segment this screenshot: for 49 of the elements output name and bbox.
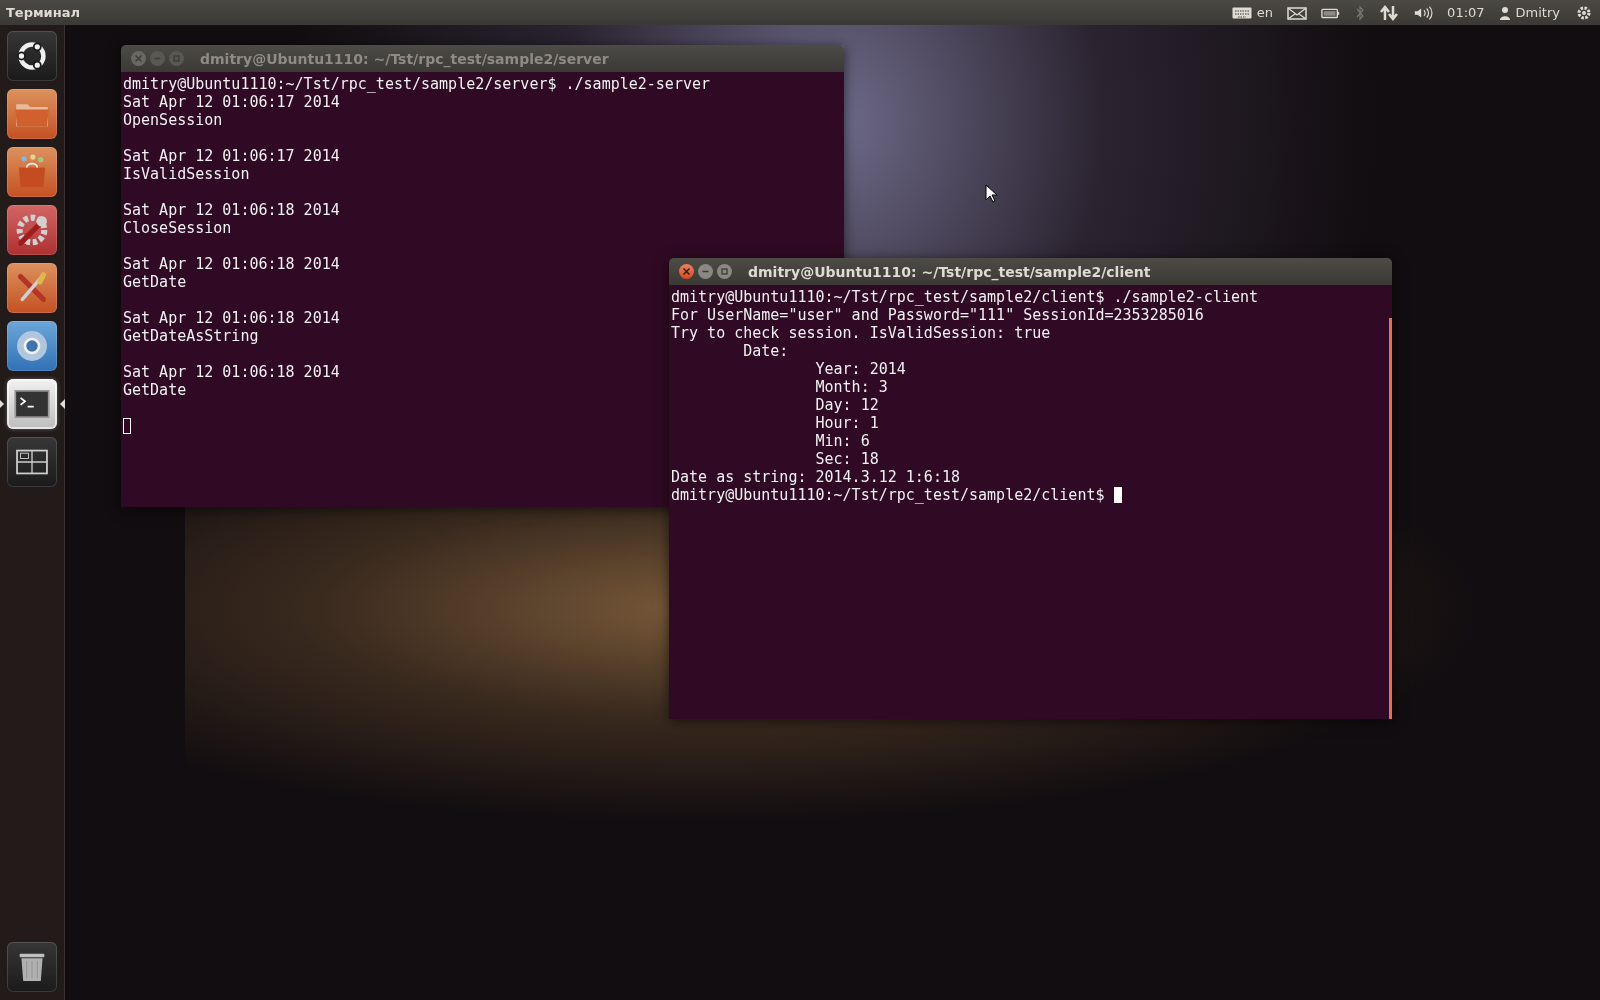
terminal-line: dmitry@Ubuntu1110:~/Tst/rpc_test/sample2/client$ (671, 486, 1106, 504)
close-button[interactable] (679, 264, 694, 279)
launcher-item[interactable] (7, 942, 57, 992)
maximize-icon (720, 267, 729, 276)
terminal-line: Month: 3 (814, 378, 888, 396)
terminal-line: Sat Apr 12 01:06:18 2014 (123, 309, 340, 327)
minimize-button[interactable] (698, 264, 713, 279)
app-title: Терминал (6, 5, 81, 20)
terminal-line: IsValidSession (123, 165, 250, 183)
keyboard-layout-label[interactable]: en (1256, 5, 1274, 20)
terminal-line: Year: 2014 (814, 360, 906, 378)
terminal-line: Sat Apr 12 01:06:18 2014 (123, 255, 340, 273)
launcher-item[interactable] (7, 437, 57, 487)
volume-icon[interactable] (1413, 4, 1434, 21)
launcher-item[interactable] (7, 379, 57, 429)
envelope-icon[interactable] (1287, 4, 1308, 21)
terminal-line: Min: 6 (814, 432, 870, 450)
bluetooth-icon[interactable] (1355, 4, 1366, 21)
close-icon (134, 54, 143, 63)
user-name[interactable]: Dmitry (1515, 5, 1560, 20)
window-title: dmitry@Ubuntu1110: ~/Tst/rpc_test/sample2/server (200, 50, 609, 67)
terminal-line: GetDate (123, 381, 187, 399)
terminal-line: Sat Apr 12 01:06:17 2014 (123, 147, 340, 165)
terminal-line: Hour: 1 (814, 414, 879, 432)
user-icon[interactable] (1498, 4, 1511, 21)
maximize-button[interactable] (717, 264, 732, 279)
terminal-line: Date as string: 2014.3.12 1:6:18 (671, 468, 960, 486)
terminal-line: dmitry@Ubuntu1110:~/Tst/rpc_test/sample2/client$ ./sample2-client (671, 288, 1258, 306)
terminal-line: dmitry@Ubuntu1110:~/Tst/rpc_test/sample2/server$ ./sample2-server (123, 75, 710, 93)
scrollbar-indicator[interactable] (1389, 318, 1392, 719)
close-icon (682, 267, 691, 276)
maximize-icon (172, 54, 181, 63)
terminal-line: Sat Apr 12 01:06:17 2014 (123, 93, 340, 111)
terminal-line: Day: 12 (814, 396, 879, 414)
terminal-line: For UserName="user" and Password="111" SessionId=2353285016 (671, 306, 1204, 324)
clock[interactable]: 01:07 (1447, 5, 1485, 20)
terminal-line: Sec: 18 (814, 450, 879, 468)
window-title: dmitry@Ubuntu1110: ~/Tst/rpc_test/sample2/client (748, 263, 1151, 280)
terminal-line: Sat Apr 12 01:06:18 2014 (123, 363, 340, 381)
terminal-line: CloseSession (123, 219, 232, 237)
terminal-line: Sat Apr 12 01:06:18 2014 (123, 201, 340, 219)
terminal-line: OpenSession (123, 111, 223, 129)
mouse-pointer-icon (985, 184, 997, 203)
terminal-line: GetDateAsString (123, 327, 259, 345)
terminal-line: Try to check session. IsValidSession: true (671, 324, 1051, 342)
terminal-line: Date: (742, 342, 789, 360)
launcher-item[interactable] (7, 31, 57, 81)
network-arrows-icon[interactable] (1379, 4, 1400, 21)
terminal-line: GetDate (123, 273, 187, 291)
